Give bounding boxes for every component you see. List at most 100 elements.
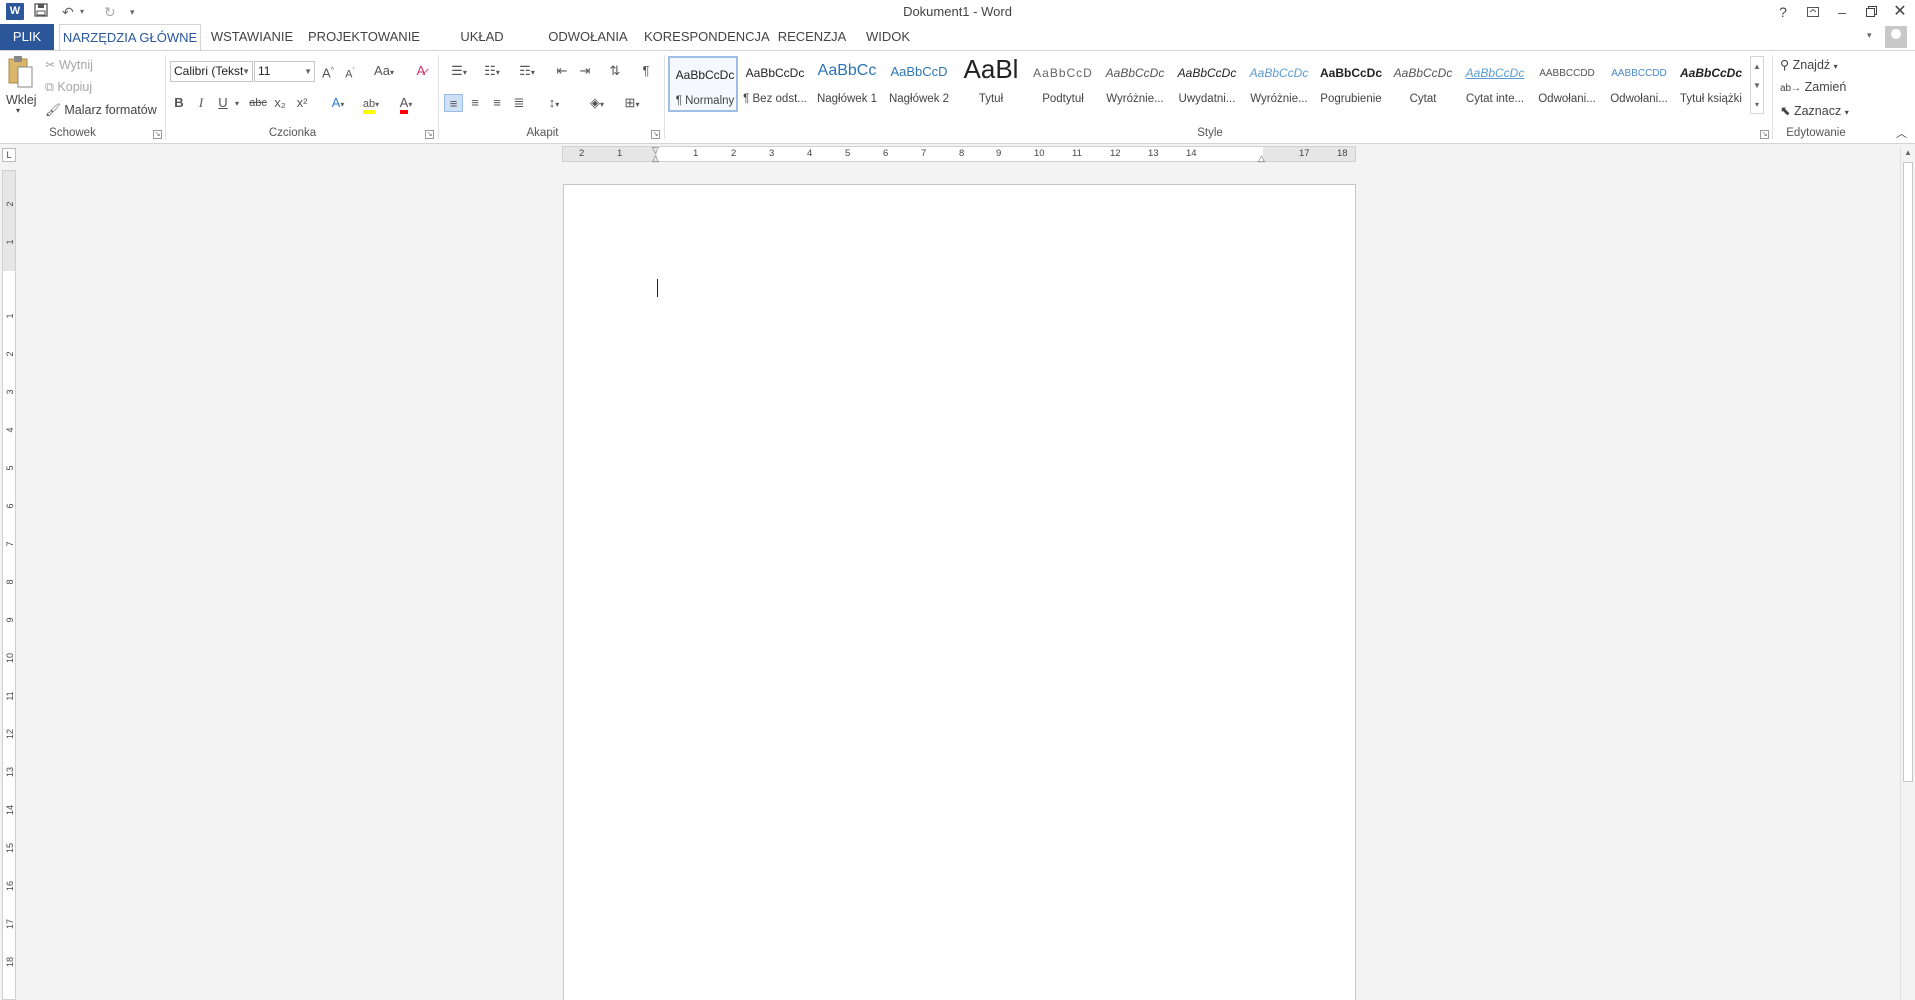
- style-intense-quote[interactable]: AaBbCcDc Cytat inte...: [1460, 56, 1530, 112]
- vertical-ruler[interactable]: 2 1 1 2 3 4 5 6 7 8 9 10 11 12 13 14 15 …: [2, 170, 16, 1000]
- strikethrough-button[interactable]: abc: [248, 94, 268, 112]
- justify-icon[interactable]: ≣: [510, 94, 528, 112]
- tab-mailings[interactable]: KORESPONDENCJA: [644, 24, 770, 50]
- style-label: Odwołani...: [1538, 93, 1596, 105]
- style-emphasis[interactable]: AaBbCcDc Uwydatni...: [1172, 56, 1242, 112]
- tab-view[interactable]: WIDOK: [860, 24, 916, 50]
- clipboard-launcher-icon[interactable]: ↘: [153, 130, 162, 139]
- bullets-icon[interactable]: ☰▾: [445, 62, 473, 80]
- tab-file[interactable]: PLIK: [0, 24, 54, 50]
- style-heading-1[interactable]: AaBbCc Nagłówek 1: [812, 56, 882, 112]
- document-page[interactable]: [563, 184, 1356, 1000]
- format-painter-button[interactable]: 🖌 Malarz formatów: [45, 103, 157, 118]
- show-formatting-marks-button[interactable]: ¶: [638, 62, 654, 80]
- shading-icon[interactable]: ◈▾: [582, 94, 612, 112]
- line-spacing-icon[interactable]: ↕▾: [540, 94, 568, 112]
- style-intense-emphasis[interactable]: AaBbCcDc Wyróżnie...: [1244, 56, 1314, 112]
- copy-button[interactable]: ⧉ Kopiuj: [45, 80, 92, 95]
- font-name-combo[interactable]: Calibri (Tekst ▼: [170, 61, 253, 82]
- tab-references[interactable]: ODWOŁANIA: [544, 24, 632, 50]
- font-size-combo[interactable]: 11 ▼: [254, 61, 315, 82]
- ribbon-display-options-icon[interactable]: [1801, 2, 1825, 22]
- styles-launcher-icon[interactable]: ↘: [1760, 130, 1769, 139]
- style-strong[interactable]: AaBbCcDc Pogrubienie: [1316, 56, 1386, 112]
- cursor-icon: ⬉: [1780, 104, 1791, 118]
- clipboard-group-label: Schowek: [49, 127, 96, 139]
- style-label: Tytuł: [978, 93, 1004, 105]
- style-subtle-emphasis[interactable]: AaBbCcDc Wyróżnie...: [1100, 56, 1170, 112]
- right-indent-marker[interactable]: △: [1258, 153, 1265, 164]
- replace-icon: ab→: [1780, 83, 1802, 94]
- sort-icon[interactable]: ⇅: [606, 62, 624, 80]
- ruler-tick: 11: [5, 691, 15, 701]
- style-quote[interactable]: AaBbCcDc Cytat: [1388, 56, 1458, 112]
- close-button[interactable]: ✕: [1888, 2, 1912, 22]
- style-preview: AaBbCcDc: [1679, 66, 1742, 80]
- text-cursor: [657, 279, 658, 297]
- replace-button[interactable]: ab→ Zamień: [1780, 80, 1846, 94]
- ruler-tick: 10: [5, 653, 15, 664]
- user-dropdown-icon[interactable]: ▾: [1867, 30, 1872, 41]
- scroll-up-icon[interactable]: ▲: [1901, 146, 1915, 160]
- decrease-indent-icon[interactable]: ⇤: [553, 62, 571, 80]
- font-launcher-icon[interactable]: ↘: [425, 130, 434, 139]
- style-normal[interactable]: AaBbCcDc ¶ Normalny: [668, 56, 738, 112]
- bold-button[interactable]: B: [172, 94, 186, 112]
- collapse-ribbon-icon[interactable]: ︿: [1896, 125, 1907, 141]
- ruler-tick: 2: [5, 201, 15, 207]
- font-group-label: Czcionka: [268, 127, 317, 139]
- style-heading-2[interactable]: AaBbCcD Nagłówek 2: [884, 56, 954, 112]
- increase-indent-icon[interactable]: ⇥: [576, 62, 594, 80]
- tab-selector[interactable]: L: [2, 148, 16, 162]
- tab-insert[interactable]: WSTAWIANIE: [208, 24, 296, 50]
- grow-font-icon[interactable]: A^: [320, 62, 336, 80]
- align-left-icon[interactable]: ≡: [444, 94, 463, 112]
- select-button[interactable]: ⬉ Zaznacz ▾: [1780, 103, 1849, 118]
- style-intense-reference[interactable]: AABBCCDD Odwołani...: [1604, 56, 1674, 112]
- italic-button[interactable]: I: [194, 94, 208, 112]
- tab-layout[interactable]: UKŁAD STRONY: [432, 24, 532, 70]
- style-preview: AaBbCcDc: [1177, 66, 1237, 80]
- change-case-button[interactable]: Aa▾: [370, 62, 398, 80]
- highlight-color-icon[interactable]: ab▾: [357, 94, 385, 114]
- subscript-button[interactable]: x₂: [272, 94, 288, 112]
- cut-button[interactable]: ✂ Wytnij: [45, 57, 93, 72]
- tab-design[interactable]: PROJEKTOWANIE: [308, 24, 420, 50]
- multilevel-list-icon[interactable]: ☶▾: [512, 62, 542, 80]
- style-book-title[interactable]: AaBbCcDc Tytuł książki: [1676, 56, 1746, 112]
- avatar[interactable]: [1885, 26, 1907, 48]
- style-no-spacing[interactable]: AaBbCcDc ¶ Bez odst...: [740, 56, 810, 112]
- scrollbar-thumb[interactable]: [1903, 162, 1913, 782]
- style-subtitle[interactable]: AaBbCcD Podtytuł: [1028, 56, 1098, 112]
- paste-dropdown-icon[interactable]: ▾: [16, 106, 20, 115]
- align-right-icon[interactable]: ≡: [488, 94, 506, 112]
- superscript-button[interactable]: x²: [294, 94, 310, 112]
- numbering-icon[interactable]: ☷▾: [478, 62, 506, 80]
- font-color-icon[interactable]: A▾: [392, 94, 420, 114]
- underline-button[interactable]: U: [216, 94, 230, 112]
- underline-dropdown-icon[interactable]: ▾: [232, 95, 242, 113]
- tab-home[interactable]: NARZĘDZIA GŁÓWNE: [59, 24, 201, 51]
- paste-button[interactable]: Wklej: [6, 93, 37, 107]
- vertical-scrollbar[interactable]: ▲: [1900, 146, 1915, 1000]
- styles-gallery-scroll[interactable]: ▲ ▼ ▾: [1750, 56, 1764, 114]
- style-title[interactable]: AaBl Tytuł: [956, 54, 1026, 112]
- ruler-tick: 10: [1034, 148, 1045, 159]
- clear-formatting-icon[interactable]: A̷: [412, 62, 430, 80]
- align-center-icon[interactable]: ≡: [466, 94, 484, 112]
- text-effects-icon[interactable]: A▾: [326, 94, 350, 112]
- style-preview: AABBCCDD: [1539, 68, 1595, 79]
- minimize-button[interactable]: –: [1830, 2, 1854, 22]
- horizontal-ruler[interactable]: 2 1 1 2 3 4 5 6 7 8 9 10 11 12 13 14 17 …: [562, 145, 1356, 164]
- help-button[interactable]: ?: [1771, 2, 1795, 22]
- paste-icon[interactable]: [6, 55, 34, 95]
- change-case-label: Aa: [374, 63, 390, 78]
- paragraph-launcher-icon[interactable]: ↘: [651, 130, 660, 139]
- borders-icon[interactable]: ⊞▾: [617, 94, 647, 112]
- find-button[interactable]: ⚲ Znajdź ▾: [1780, 57, 1838, 72]
- tab-review[interactable]: RECENZJA: [776, 24, 848, 50]
- restore-button[interactable]: [1859, 2, 1883, 22]
- style-subtle-reference[interactable]: AABBCCDD Odwołani...: [1532, 56, 1602, 112]
- hanging-indent-marker[interactable]: △: [652, 153, 659, 164]
- shrink-font-icon[interactable]: Aˇ: [342, 63, 358, 81]
